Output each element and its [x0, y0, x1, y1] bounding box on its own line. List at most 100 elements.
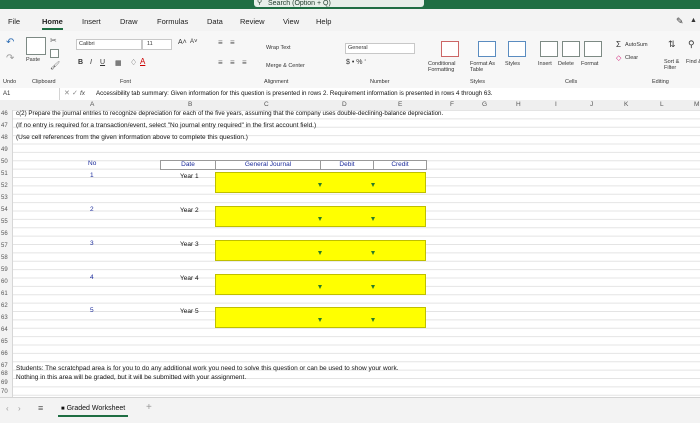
- styles-label[interactable]: Styles: [505, 61, 520, 67]
- autosum-icon[interactable]: Σ: [616, 40, 621, 49]
- cancel-icon[interactable]: ✕: [64, 88, 70, 100]
- row-header[interactable]: 50: [0, 159, 12, 165]
- row-header[interactable]: 70: [0, 389, 12, 395]
- row-header[interactable]: 65: [0, 339, 12, 345]
- conditional-formatting-icon[interactable]: [441, 41, 459, 57]
- row-header[interactable]: 63: [0, 315, 12, 321]
- row-header[interactable]: 51: [0, 171, 12, 177]
- redo-icon[interactable]: ↷: [6, 53, 14, 64]
- row-header[interactable]: 66: [0, 351, 12, 357]
- delete-label[interactable]: Delete: [558, 61, 574, 67]
- tab-data[interactable]: Data: [207, 17, 223, 26]
- formula-input[interactable]: Accessibility tab summary: Given informa…: [96, 88, 493, 100]
- insert-label[interactable]: Insert: [538, 61, 552, 67]
- row-header[interactable]: 49: [0, 147, 12, 153]
- format-as-table-label[interactable]: Format As Table: [470, 61, 504, 73]
- number-format-select[interactable]: General: [345, 43, 415, 54]
- currency-icon[interactable]: $ • % ‘: [346, 59, 366, 66]
- wrap-text-button[interactable]: Wrap Text: [266, 45, 291, 51]
- row-header[interactable]: 54: [0, 207, 12, 213]
- autosum-label[interactable]: AutoSum: [625, 42, 648, 48]
- font-size-select[interactable]: 11: [142, 39, 172, 50]
- instruction-line-2[interactable]: (If no entry is required for a transacti…: [16, 122, 316, 129]
- fill-color-icon[interactable]: ♢: [130, 58, 137, 67]
- column-header[interactable]: I: [555, 100, 557, 110]
- underline-icon[interactable]: U: [100, 59, 105, 66]
- prev-sheet-icon[interactable]: ‹: [6, 404, 9, 413]
- row-header[interactable]: 52: [0, 183, 12, 189]
- add-sheet-button[interactable]: +: [146, 402, 152, 413]
- scratchpad-note-1[interactable]: Students: The scratchpad area is for you…: [16, 365, 399, 372]
- tab-help[interactable]: Help: [316, 17, 331, 26]
- row-header[interactable]: 64: [0, 327, 12, 333]
- row-header[interactable]: 59: [0, 267, 12, 273]
- conditional-formatting-label[interactable]: Conditional Formatting: [428, 61, 468, 73]
- column-header[interactable]: A: [90, 100, 94, 110]
- column-header[interactable]: L: [660, 100, 664, 110]
- tab-draw[interactable]: Draw: [120, 17, 138, 26]
- fx-icon[interactable]: fx: [80, 88, 85, 100]
- column-header[interactable]: B: [188, 100, 192, 110]
- format-as-table-icon[interactable]: [478, 41, 496, 57]
- copy-icon[interactable]: [50, 49, 59, 58]
- row-header[interactable]: 69: [0, 380, 12, 386]
- paste-icon[interactable]: [26, 37, 46, 55]
- column-header[interactable]: E: [398, 100, 402, 110]
- row-header[interactable]: 61: [0, 291, 12, 297]
- pen-icon[interactable]: ✎: [676, 16, 684, 27]
- name-box[interactable]: A1: [0, 88, 60, 100]
- grow-font-icon[interactable]: A˄: [178, 39, 187, 46]
- tab-insert[interactable]: Insert: [82, 17, 101, 26]
- font-color-icon[interactable]: A: [140, 57, 145, 66]
- row-header[interactable]: 67: [0, 363, 12, 369]
- tab-file[interactable]: File: [8, 17, 20, 26]
- column-header[interactable]: G: [482, 100, 487, 110]
- row-header[interactable]: 68: [0, 371, 12, 377]
- instruction-line-1[interactable]: c(2) Prepare the journal entries to reco…: [16, 110, 443, 117]
- sheet-list-icon[interactable]: ≡: [38, 403, 43, 413]
- next-sheet-icon[interactable]: ›: [18, 404, 21, 413]
- align-top-icon[interactable]: ≡: [218, 38, 223, 47]
- sort-filter-label[interactable]: Sort & Filter: [664, 59, 686, 71]
- merge-center-button[interactable]: Merge & Center: [266, 63, 305, 69]
- sheet-tab-graded-worksheet[interactable]: ■ Graded Worksheet: [58, 403, 129, 417]
- align-right-icon[interactable]: ≡: [242, 58, 247, 67]
- row-header[interactable]: 47: [0, 123, 12, 129]
- italic-icon[interactable]: I: [90, 59, 92, 66]
- format-cells-icon[interactable]: [584, 41, 602, 57]
- delete-cells-icon[interactable]: [562, 41, 580, 57]
- borders-icon[interactable]: ▦: [115, 59, 122, 67]
- row-header[interactable]: 46: [0, 111, 12, 117]
- format-painter-icon[interactable]: 🖌: [50, 61, 60, 70]
- row-header[interactable]: 55: [0, 219, 12, 225]
- instruction-line-3[interactable]: (Use cell references from the given info…: [16, 134, 248, 141]
- tab-home[interactable]: Home: [42, 17, 63, 30]
- row-header[interactable]: 53: [0, 195, 12, 201]
- column-header[interactable]: M: [694, 100, 699, 110]
- align-middle-icon[interactable]: ≡: [230, 38, 235, 47]
- clear-label[interactable]: Clear: [625, 55, 638, 61]
- find-select-label[interactable]: Find & Select: [686, 59, 700, 65]
- column-header[interactable]: D: [342, 100, 347, 110]
- cut-icon[interactable]: ✂: [50, 36, 57, 45]
- column-header[interactable]: K: [624, 100, 628, 110]
- tab-view[interactable]: View: [283, 17, 299, 26]
- row-header[interactable]: 56: [0, 231, 12, 237]
- shrink-font-icon[interactable]: A˅: [190, 39, 198, 45]
- row-header[interactable]: 58: [0, 255, 12, 261]
- row-header[interactable]: 60: [0, 279, 12, 285]
- bold-icon[interactable]: B: [78, 59, 83, 66]
- scratchpad-note-2[interactable]: Nothing in this area will be graded, but…: [16, 374, 246, 381]
- sort-filter-icon[interactable]: ⇅: [668, 39, 676, 50]
- row-header[interactable]: 57: [0, 243, 12, 249]
- align-center-icon[interactable]: ≡: [230, 58, 235, 67]
- cell-styles-icon[interactable]: [508, 41, 526, 57]
- find-select-icon[interactable]: ⚲: [688, 39, 695, 50]
- expand-icon[interactable]: ▲: [690, 17, 697, 24]
- insert-cells-icon[interactable]: [540, 41, 558, 57]
- tab-review[interactable]: Review: [240, 17, 265, 26]
- undo-icon[interactable]: ↶: [6, 37, 14, 48]
- column-header[interactable]: H: [516, 100, 521, 110]
- column-header[interactable]: J: [590, 100, 593, 110]
- row-header[interactable]: 48: [0, 135, 12, 141]
